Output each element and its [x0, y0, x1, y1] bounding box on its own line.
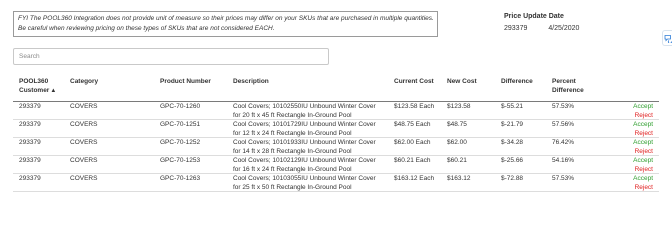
cell-product-number: GPC-70-1253	[160, 157, 201, 164]
cell-percent-difference: 57.53%	[552, 103, 575, 110]
accept-button[interactable]: Accept	[623, 103, 653, 112]
cell-difference: $-34.28	[501, 139, 524, 146]
cell-new-cost: $163.12	[447, 175, 471, 182]
chat-refresh-icon[interactable]	[662, 30, 672, 46]
cell-new-cost: $123.58	[447, 103, 471, 110]
cell-category: COVERS	[70, 139, 98, 146]
cell-current-cost: $60.21 Each	[394, 157, 431, 164]
cell-customer: 293379	[19, 157, 41, 164]
cell-percent-difference: 54.16%	[552, 157, 575, 164]
table-row: 293379 COVERS GPC-70-1260 Cool Covers; 1…	[13, 102, 659, 120]
cell-difference: $-21.79	[501, 121, 524, 128]
cell-new-cost: $48.75	[447, 121, 467, 128]
notice-line-1: FYI The POOL360 Integration does not pro…	[18, 15, 434, 22]
cell-actions: Accept Reject	[623, 121, 653, 138]
notice-line-2: Be careful when reviewing pricing on the…	[18, 25, 275, 32]
table-row: 293379 COVERS GPC-70-1251 Cool Covers; 1…	[13, 120, 659, 138]
cell-customer: 293379	[19, 139, 41, 146]
cell-category: COVERS	[70, 157, 98, 164]
cell-description: Cool Covers; 10101933IU Unbound Winter C…	[233, 139, 376, 155]
header-percent-difference[interactable]: Percent Difference	[552, 78, 602, 95]
cell-difference: $-55.21	[501, 103, 524, 110]
cell-description: Cool Covers; 10102129IU Unbound Winter C…	[233, 157, 376, 173]
reject-button[interactable]: Reject	[623, 166, 653, 175]
cell-difference: $-72.88	[501, 175, 524, 182]
price-update-customer: 293379	[504, 25, 528, 32]
table-row: 293379 COVERS GPC-70-1263 Cool Covers; 1…	[13, 174, 659, 192]
cell-actions: Accept Reject	[623, 175, 653, 192]
cell-current-cost: $48.75 Each	[394, 121, 431, 128]
cell-description: Cool Covers; 10102550IU Unbound Winter C…	[233, 103, 376, 119]
sort-ascending-icon: ▲	[50, 87, 57, 94]
price-update-table: POOL360 Customer▲ Category Product Numbe…	[13, 74, 659, 192]
header-category[interactable]: Category	[70, 78, 150, 87]
cell-current-cost: $163.12 Each	[394, 175, 435, 182]
cell-percent-difference: 76.42%	[552, 139, 575, 146]
accept-button[interactable]: Accept	[623, 175, 653, 184]
cell-description: Cool Covers; 10101729IU Unbound Winter C…	[233, 121, 376, 137]
cell-current-cost: $123.58 Each	[394, 103, 435, 110]
accept-button[interactable]: Accept	[623, 121, 653, 130]
cell-customer: 293379	[19, 121, 41, 128]
reject-button[interactable]: Reject	[623, 148, 653, 157]
cell-category: COVERS	[70, 103, 98, 110]
cell-category: COVERS	[70, 121, 98, 128]
search-input[interactable]	[13, 48, 329, 65]
cell-new-cost: $62.00	[447, 139, 467, 146]
cell-category: COVERS	[70, 175, 98, 182]
price-update-title: Price Update Date	[504, 13, 564, 20]
accept-button[interactable]: Accept	[623, 139, 653, 148]
cell-difference: $-25.66	[501, 157, 524, 164]
reject-button[interactable]: Reject	[623, 112, 653, 121]
cell-customer: 293379	[19, 103, 41, 110]
reject-button[interactable]: Reject	[623, 184, 653, 193]
reject-button[interactable]: Reject	[623, 130, 653, 139]
table-header-row: POOL360 Customer▲ Category Product Numbe…	[13, 74, 659, 102]
header-new-cost[interactable]: New Cost	[447, 78, 499, 87]
price-update-date: 4/25/2020	[548, 25, 580, 32]
header-customer[interactable]: POOL360 Customer▲	[19, 78, 69, 95]
header-description[interactable]: Description	[233, 78, 395, 87]
accept-button[interactable]: Accept	[623, 157, 653, 166]
integration-notice: FYI The POOL360 Integration does not pro…	[13, 11, 438, 37]
cell-product-number: GPC-70-1252	[160, 139, 201, 146]
cell-new-cost: $60.21	[447, 157, 467, 164]
price-update-row: 293379 4/25/2020	[504, 25, 579, 32]
cell-actions: Accept Reject	[623, 157, 653, 174]
cell-description: Cool Covers; 10103055IU Unbound Winter C…	[233, 175, 376, 191]
table-row: 293379 COVERS GPC-70-1253 Cool Covers; 1…	[13, 156, 659, 174]
cell-product-number: GPC-70-1260	[160, 103, 201, 110]
cell-customer: 293379	[19, 175, 41, 182]
cell-actions: Accept Reject	[623, 103, 653, 120]
cell-current-cost: $62.00 Each	[394, 139, 431, 146]
header-product-number[interactable]: Product Number	[160, 78, 225, 87]
cell-percent-difference: 57.53%	[552, 175, 575, 182]
cell-percent-difference: 57.56%	[552, 121, 575, 128]
table-row: 293379 COVERS GPC-70-1252 Cool Covers; 1…	[13, 138, 659, 156]
header-difference[interactable]: Difference	[501, 78, 551, 87]
cell-product-number: GPC-70-1251	[160, 121, 201, 128]
header-current-cost[interactable]: Current Cost	[394, 78, 444, 87]
cell-product-number: GPC-70-1263	[160, 175, 201, 182]
price-update-panel: Price Update Date 293379 4/25/2020	[504, 13, 579, 32]
cell-actions: Accept Reject	[623, 139, 653, 156]
